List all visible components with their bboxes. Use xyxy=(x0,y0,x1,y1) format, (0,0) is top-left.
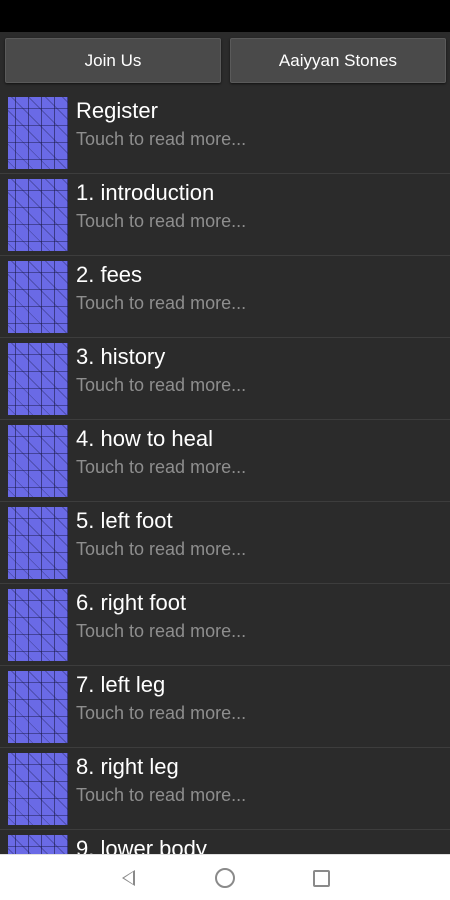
status-bar xyxy=(0,0,450,32)
stone-thumbnail xyxy=(8,343,68,415)
stone-thumbnail xyxy=(8,753,68,825)
list-item[interactable]: 6. right foot Touch to read more... xyxy=(0,584,450,666)
list-item-title: 3. history xyxy=(76,344,166,369)
list-item-subtitle: Touch to read more... xyxy=(76,375,247,395)
list-item[interactable]: 1. introduction Touch to read more... xyxy=(0,174,450,256)
list-item-subtitle: Touch to read more... xyxy=(76,539,247,559)
list-item-title: 1. introduction xyxy=(76,180,215,205)
list-item[interactable]: 5. left foot Touch to read more... xyxy=(0,502,450,584)
list-item-subtitle: Touch to read more... xyxy=(76,703,247,723)
list-item-title: Register xyxy=(76,98,158,123)
recents-square-icon xyxy=(312,869,330,887)
back-triangle-icon xyxy=(121,870,135,886)
list-item-title: 9. lower body xyxy=(76,836,207,854)
list-item[interactable]: 8. right leg Touch to read more... xyxy=(0,748,450,830)
list-item-subtitle: Touch to read more... xyxy=(76,621,247,641)
stone-thumbnail xyxy=(8,97,68,169)
list-item-subtitle: Touch to read more... xyxy=(76,293,247,313)
top-button-bar: Join Us Aaiyyan Stones xyxy=(0,32,450,92)
list-item-subtitle: Touch to read more... xyxy=(76,129,247,149)
stone-thumbnail xyxy=(8,425,68,497)
list-item[interactable]: 7. left leg Touch to read more... xyxy=(0,666,450,748)
stone-thumbnail xyxy=(8,179,68,251)
stone-thumbnail xyxy=(8,835,68,854)
list-item[interactable]: 3. history Touch to read more... xyxy=(0,338,450,420)
recents-button[interactable] xyxy=(306,863,336,893)
home-button[interactable] xyxy=(210,863,240,893)
list-item[interactable]: 4. how to heal Touch to read more... xyxy=(0,420,450,502)
list-item-subtitle: Touch to read more... xyxy=(76,211,247,231)
back-button[interactable] xyxy=(113,863,143,893)
join-us-button[interactable]: Join Us xyxy=(5,38,221,83)
list-item-title: 6. right foot xyxy=(76,590,187,615)
stone-thumbnail xyxy=(8,261,68,333)
article-list[interactable]: Register Touch to read more... 1. introd… xyxy=(0,92,450,854)
list-item-title: 5. left foot xyxy=(76,508,173,533)
list-item-title: 8. right leg xyxy=(76,754,179,779)
list-item-title: 4. how to heal xyxy=(76,426,213,451)
stone-thumbnail xyxy=(8,671,68,743)
list-item[interactable]: Register Touch to read more... xyxy=(0,92,450,174)
list-item[interactable]: 9. lower body xyxy=(0,830,450,854)
list-item[interactable]: 2. fees Touch to read more... xyxy=(0,256,450,338)
list-item-subtitle: Touch to read more... xyxy=(76,457,247,477)
home-circle-icon xyxy=(215,868,235,888)
stone-thumbnail xyxy=(8,507,68,579)
list-item-subtitle: Touch to read more... xyxy=(76,785,247,805)
list-item-title: 2. fees xyxy=(76,262,143,287)
stone-thumbnail xyxy=(8,589,68,661)
aaiyyan-stones-button[interactable]: Aaiyyan Stones xyxy=(230,38,446,83)
list-item-title: 7. left leg xyxy=(76,672,166,697)
system-navigation-bar xyxy=(0,854,450,900)
